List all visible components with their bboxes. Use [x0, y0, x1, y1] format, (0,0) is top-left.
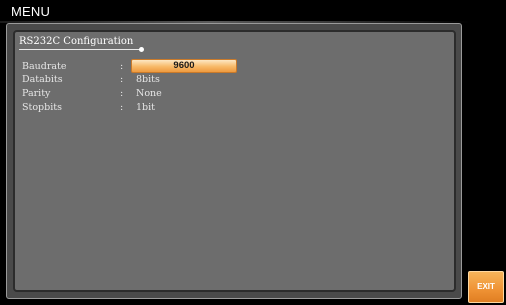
setting-row-parity[interactable]: Parity : None	[0, 88, 300, 102]
setting-row-stopbits[interactable]: Stopbits : 1bit	[0, 102, 300, 116]
setting-separator: :	[120, 102, 124, 113]
setting-separator: :	[120, 88, 124, 99]
menu-title: MENU	[11, 4, 51, 19]
setting-label: Databits	[22, 74, 63, 85]
setting-separator: :	[120, 74, 124, 85]
section-title: RS232C Configuration	[19, 36, 134, 47]
setting-separator: :	[120, 61, 124, 72]
baudrate-value-field[interactable]: 9600	[131, 59, 237, 73]
setting-label: Stopbits	[22, 102, 62, 113]
setting-label: Baudrate	[22, 61, 67, 72]
section-underline-dot	[139, 47, 144, 52]
databits-value-field[interactable]: 8bits	[136, 74, 160, 85]
parity-value-field[interactable]: None	[136, 88, 162, 99]
stopbits-value-field[interactable]: 1bit	[136, 102, 155, 113]
setting-row-databits[interactable]: Databits : 8bits	[0, 74, 300, 88]
setting-row-baudrate[interactable]: Baudrate : 9600	[0, 59, 300, 75]
exit-button[interactable]: EXIT	[468, 271, 504, 303]
section-underline	[19, 49, 141, 50]
setting-label: Parity	[22, 88, 51, 99]
